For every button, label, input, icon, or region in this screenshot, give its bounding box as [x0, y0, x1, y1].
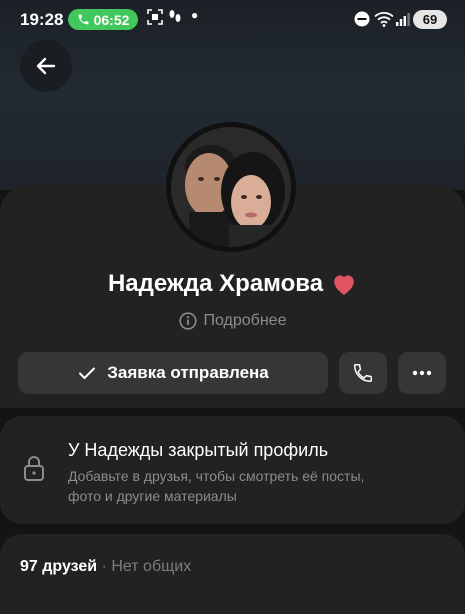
private-profile-description: Добавьте в друзья, чтобы смотреть её пос…	[68, 468, 365, 504]
arrow-back-icon	[36, 57, 56, 75]
more-options-button[interactable]	[398, 352, 446, 394]
signal-icon	[396, 13, 410, 26]
dnd-icon	[354, 11, 370, 27]
request-sent-button[interactable]: Заявка отправлена	[18, 352, 328, 394]
more-icon	[412, 370, 432, 376]
common-friends: Нет общих	[111, 558, 192, 575]
friends-row[interactable]: 97 друзей · Нет общих	[20, 558, 191, 576]
status-time: 19:28	[20, 10, 64, 29]
wifi-icon	[374, 12, 394, 27]
private-profile-card: У Надежды закрытый профиль Добавьте в др…	[0, 416, 465, 524]
friends-separator: ·	[101, 558, 107, 575]
check-icon	[79, 367, 96, 379]
footsteps-icon	[169, 10, 181, 22]
request-sent-label: Заявка отправлена	[107, 363, 269, 382]
friends-card[interactable]: 97 друзей · Нет общих	[0, 534, 465, 614]
avatar[interactable]	[166, 122, 296, 252]
ongoing-call-pill[interactable]: 06:52	[68, 9, 138, 30]
avatar-photo	[171, 127, 291, 247]
call-button[interactable]	[339, 352, 387, 394]
screen-record-icon	[147, 9, 163, 25]
phone-icon	[78, 14, 88, 25]
call-duration: 06:52	[93, 11, 130, 28]
private-profile-title: У Надежды закрытый профиль	[68, 440, 329, 460]
battery-indicator: 69	[413, 10, 447, 29]
back-button[interactable]	[20, 40, 72, 92]
status-bar: 19:28 06:52 ● 69	[0, 0, 465, 40]
lock-icon	[24, 456, 44, 481]
more-details-link[interactable]: Подробнее	[0, 312, 465, 330]
profile-name: Надежда Храмова	[107, 270, 324, 297]
heart-icon	[334, 275, 354, 295]
profile-name-row: Надежда Храмова	[0, 270, 465, 298]
battery-level: 69	[422, 12, 438, 27]
more-details-label: Подробнее	[203, 312, 287, 329]
phone-icon	[354, 364, 372, 382]
info-icon	[178, 312, 197, 330]
notification-dot-icon: ●	[191, 8, 199, 22]
friends-count: 97 друзей	[20, 558, 98, 575]
